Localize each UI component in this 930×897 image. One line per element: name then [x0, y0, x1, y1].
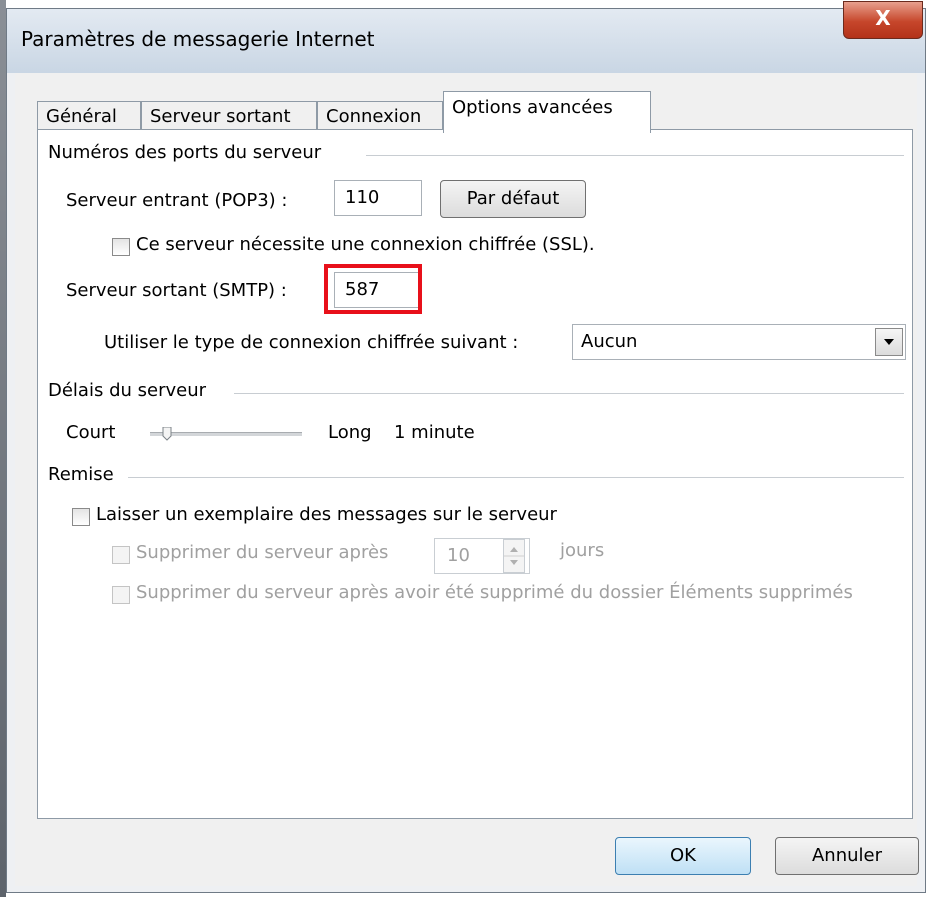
- dialog-client-area: Général Serveur sortant Connexion Option…: [15, 73, 919, 886]
- title-bar[interactable]: Paramètres de messagerie Internet X: [7, 1, 925, 73]
- tab-advanced-options[interactable]: Options avancées: [443, 91, 651, 133]
- delivery-section-title: Remise: [48, 464, 114, 485]
- encryption-type-label: Utiliser le type de connexion chiffrée s…: [104, 332, 519, 353]
- timeout-value-label: 1 minute: [394, 422, 475, 443]
- leave-copy-checkbox[interactable]: [72, 508, 90, 526]
- days-value: 10: [447, 545, 470, 566]
- days-spin-buttons[interactable]: [503, 539, 525, 573]
- ssl-checkbox[interactable]: [112, 238, 130, 256]
- days-unit-label: jours: [560, 540, 605, 561]
- internet-mail-settings-dialog: Paramètres de messagerie Internet X Géné…: [6, 1, 926, 893]
- ok-button[interactable]: OK: [615, 837, 751, 875]
- remove-after-checkbox[interactable]: [112, 546, 130, 564]
- spin-arrows-icon: [504, 547, 524, 565]
- ports-section-divider: [366, 155, 904, 156]
- timeout-slider-thumb[interactable]: [162, 426, 172, 441]
- advanced-options-panel: Numéros des ports du serveur Serveur ent…: [37, 129, 913, 819]
- encryption-type-dropdown[interactable]: Aucun: [572, 324, 906, 360]
- timeout-long-label: Long: [328, 422, 372, 443]
- outgoing-server-label: Serveur sortant (SMTP) :: [66, 280, 287, 301]
- delivery-section-divider: [128, 477, 904, 478]
- timeouts-section-title: Délais du serveur: [48, 380, 207, 401]
- timeout-slider-track[interactable]: [150, 432, 302, 436]
- encryption-type-value: Aucun: [581, 331, 638, 352]
- outgoing-port-highlight: [324, 264, 422, 314]
- remove-deleted-label: Supprimer du serveur après avoir été sup…: [136, 582, 853, 603]
- remove-after-label: Supprimer du serveur après: [136, 542, 389, 563]
- remove-deleted-checkbox[interactable]: [112, 586, 130, 604]
- default-ports-button[interactable]: Par défaut: [440, 180, 586, 218]
- cancel-button[interactable]: Annuler: [775, 837, 919, 875]
- timeouts-section-divider: [234, 393, 904, 394]
- window-title: Paramètres de messagerie Internet: [21, 27, 375, 51]
- chevron-down-icon[interactable]: [875, 328, 903, 356]
- close-icon: X: [875, 6, 891, 30]
- screen: Paramètres de messagerie Internet X Géné…: [0, 0, 930, 897]
- timeout-short-label: Court: [66, 422, 116, 443]
- incoming-server-label: Serveur entrant (POP3) :: [66, 190, 288, 211]
- leave-copy-label: Laisser un exemplaire des messages sur l…: [96, 504, 557, 525]
- ports-section-title: Numéros des ports du serveur: [48, 142, 322, 163]
- close-button[interactable]: X: [843, 1, 923, 39]
- incoming-port-field[interactable]: 110: [334, 180, 422, 216]
- ssl-label: Ce serveur nécessite une connexion chiff…: [136, 234, 595, 255]
- days-spinner[interactable]: 10: [434, 538, 530, 574]
